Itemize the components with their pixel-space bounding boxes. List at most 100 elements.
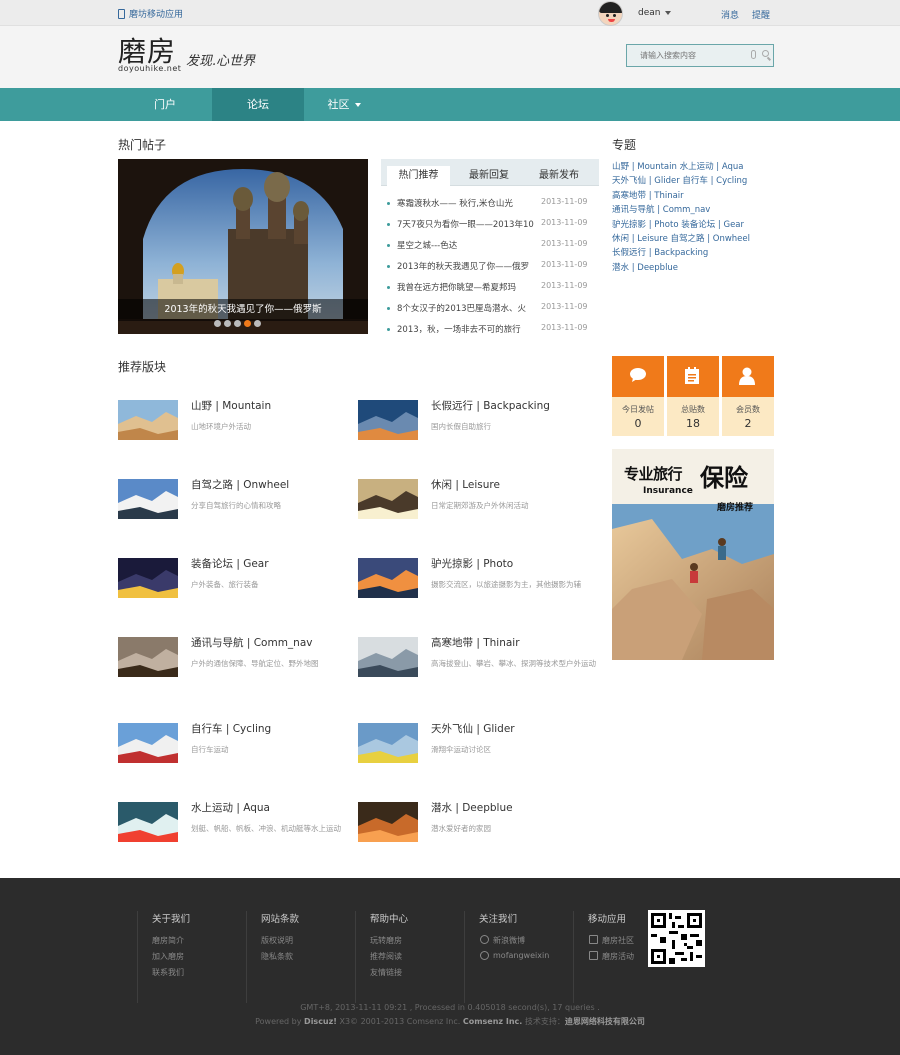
forum-thumbnail[interactable] xyxy=(118,400,178,440)
footer-link[interactable]: 版权说明 xyxy=(261,935,293,946)
slide-dot[interactable] xyxy=(234,320,241,327)
forum-thumbnail[interactable] xyxy=(118,723,178,763)
tab-recommend[interactable]: 热门推荐 xyxy=(387,166,450,186)
tab-latest-post[interactable]: 最新发布 xyxy=(529,166,589,186)
forum-item[interactable]: 潜水 | Deepblue 潜水爱好者的家园 xyxy=(358,800,598,850)
forum-item[interactable]: 天外飞仙 | Glider 滑翔伞运动讨论区 xyxy=(358,721,598,771)
topic-link[interactable]: 驴光掠影 | Photo 装备论坛 | Gear xyxy=(612,218,787,232)
topic-link[interactable]: 潜水 | Deepblue xyxy=(612,261,787,275)
forum-name[interactable]: 天外飞仙 | Glider xyxy=(431,721,515,736)
hot-post-title[interactable]: 我曾在远方把你眺望—希夏邦玛 xyxy=(397,281,537,293)
forum-item[interactable]: 驴光掠影 | Photo 摄影交流区，以旅途摄影为主，其他摄影为辅 xyxy=(358,556,598,606)
hot-post-date: 2013-11-09 xyxy=(541,302,588,311)
avatar[interactable] xyxy=(598,1,623,26)
nav-item-community[interactable]: 社区 xyxy=(304,88,384,121)
comsenz-link[interactable]: Comsenz Inc. xyxy=(463,1017,522,1026)
forum-name[interactable]: 长假远行 | Backpacking xyxy=(431,398,550,413)
forum-thumbnail[interactable] xyxy=(358,802,418,842)
hot-post-date: 2013-11-09 xyxy=(541,323,588,332)
tab-latest-reply[interactable]: 最新回复 xyxy=(459,166,519,186)
hot-post-item[interactable]: 我曾在远方把你眺望—希夏邦玛 2013-11-09 xyxy=(385,279,599,300)
nav-item-portal[interactable]: 门户 xyxy=(118,88,212,121)
slide-dot[interactable] xyxy=(254,320,261,327)
topic-link[interactable]: 山野 | Mountain 水上运动 | Aqua xyxy=(612,160,787,174)
footer-link[interactable]: mofangweixin xyxy=(493,951,549,960)
hot-post-title[interactable]: 7天7夜只为看你一眼——2013年10 xyxy=(397,218,537,230)
footer-link[interactable]: 联系我们 xyxy=(152,967,184,978)
search-icon[interactable] xyxy=(762,50,769,57)
forum-name[interactable]: 驴光掠影 | Photo xyxy=(431,556,513,571)
discuz-link[interactable]: Discuz! xyxy=(304,1017,337,1026)
forum-name[interactable]: 山野 | Mountain xyxy=(191,398,271,413)
slide-dot-active[interactable] xyxy=(244,320,251,327)
hot-post-item[interactable]: 2013年的秋天我遇见了你——俄罗 2013-11-09 xyxy=(385,258,599,279)
topic-link[interactable]: 休闲 | Leisure 自驾之路 | Onwheel xyxy=(612,232,787,246)
hot-post-item[interactable]: 星空之城---色达 2013-11-09 xyxy=(385,237,599,258)
hot-post-title[interactable]: 星空之城---色达 xyxy=(397,239,537,251)
hot-post-title[interactable]: 寒霜渡秋水—— 秋行,米仓山光 xyxy=(397,197,537,209)
topic-link[interactable]: 通讯与导航 | Comm_nav xyxy=(612,203,787,217)
footer-link[interactable]: 加入磨房 xyxy=(152,951,184,962)
forum-thumbnail[interactable] xyxy=(118,802,178,842)
messages-link[interactable]: 消息 xyxy=(721,8,739,21)
footer-link[interactable]: 新浪微博 xyxy=(493,935,525,946)
forum-item[interactable]: 山野 | Mountain 山地环境户外活动 xyxy=(118,398,358,448)
forum-item[interactable]: 自行车 | Cycling 自行车运动 xyxy=(118,721,358,771)
footer-link[interactable]: 磨房活动 xyxy=(602,951,634,962)
bullet-icon xyxy=(387,286,390,289)
forum-name[interactable]: 自行车 | Cycling xyxy=(191,721,271,736)
footer-link[interactable]: 磨房简介 xyxy=(152,935,184,946)
topic-link[interactable]: 高寒地带 | Thinair xyxy=(612,189,787,203)
topic-link[interactable]: 长假远行 | Backpacking xyxy=(612,246,787,260)
mobile-app-link[interactable]: 磨坊移动应用 xyxy=(118,7,183,20)
reminders-link[interactable]: 提醒 xyxy=(752,8,770,21)
slide-dot[interactable] xyxy=(224,320,231,327)
slide-dot[interactable] xyxy=(214,320,221,327)
hot-post-title[interactable]: 2013，秋，一场非去不可的旅行 xyxy=(397,323,537,335)
forum-name[interactable]: 高寒地带 | Thinair xyxy=(431,635,520,650)
hot-post-date: 2013-11-09 xyxy=(541,239,588,248)
forum-thumbnail[interactable] xyxy=(118,558,178,598)
forum-thumbnail[interactable] xyxy=(118,637,178,677)
nav-item-forum[interactable]: 论坛 xyxy=(212,88,304,121)
slideshow[interactable]: 2013年的秋天我遇见了你——俄罗斯 xyxy=(118,159,368,334)
footer-link[interactable]: 玩转磨房 xyxy=(370,935,402,946)
company-link[interactable]: 迪恩网络科技有限公司 xyxy=(565,1017,645,1026)
forum-item[interactable]: 长假远行 | Backpacking 国内长假自助旅行 xyxy=(358,398,598,448)
hot-post-item[interactable]: 2013，秋，一场非去不可的旅行 2013-11-09 xyxy=(385,321,599,342)
forum-name[interactable]: 潜水 | Deepblue xyxy=(431,800,513,815)
forum-item[interactable]: 水上运动 | Aqua 划艇、帆船、帆板、冲浪、机动艇等水上运动 xyxy=(118,800,358,850)
user-menu[interactable]: dean xyxy=(638,8,672,18)
hot-post-item[interactable]: 7天7夜只为看你一眼——2013年10 2013-11-09 xyxy=(385,216,599,237)
forum-thumbnail[interactable] xyxy=(358,479,418,519)
microphone-icon[interactable] xyxy=(751,50,756,59)
forum-thumbnail[interactable] xyxy=(358,400,418,440)
forum-name[interactable]: 通讯与导航 | Comm_nav xyxy=(191,635,312,650)
footer-link[interactable]: 友情链接 xyxy=(370,967,402,978)
footer-link[interactable]: 隐私条款 xyxy=(261,951,293,962)
hot-post-item[interactable]: 寒霜渡秋水—— 秋行,米仓山光 2013-11-09 xyxy=(385,195,599,216)
forum-name[interactable]: 休闲 | Leisure xyxy=(431,477,500,492)
hot-post-item[interactable]: 8个女汉子的2013巴厘岛潜水、火 2013-11-09 xyxy=(385,300,599,321)
forum-item[interactable]: 高寒地带 | Thinair 高海拔登山、攀岩、攀冰、探洞等技术型户外运动 xyxy=(358,635,598,685)
forum-item[interactable]: 休闲 | Leisure 日常定期郊游及户外休闲活动 xyxy=(358,477,598,527)
forum-item[interactable]: 装备论坛 | Gear 户外装备、旅行装备 xyxy=(118,556,358,606)
footer-link[interactable]: 磨房社区 xyxy=(602,935,634,946)
forum-thumbnail[interactable] xyxy=(118,479,178,519)
hot-post-title[interactable]: 2013年的秋天我遇见了你——俄罗 xyxy=(397,260,537,272)
insurance-ad[interactable]: 专业旅行 保险 Insurance 磨房推荐 xyxy=(612,449,774,660)
forum-description: 分享自驾旅行的心情和攻略 xyxy=(191,501,281,510)
forum-name[interactable]: 水上运动 | Aqua xyxy=(191,800,270,815)
forum-name[interactable]: 装备论坛 | Gear xyxy=(191,556,269,571)
search-input[interactable] xyxy=(627,45,745,66)
topic-link[interactable]: 天外飞仙 | Glider 自行车 | Cycling xyxy=(612,174,787,188)
forum-thumbnail[interactable] xyxy=(358,723,418,763)
forum-thumbnail[interactable] xyxy=(358,637,418,677)
site-logo[interactable]: 磨房 xyxy=(118,38,176,66)
forum-item[interactable]: 通讯与导航 | Comm_nav 户外的通信保障、导航定位、野外地图 xyxy=(118,635,358,685)
forum-item[interactable]: 自驾之路 | Onwheel 分享自驾旅行的心情和攻略 xyxy=(118,477,358,527)
hot-post-title[interactable]: 8个女汉子的2013巴厘岛潜水、火 xyxy=(397,302,537,314)
forum-thumbnail[interactable] xyxy=(358,558,418,598)
footer-link[interactable]: 推荐阅读 xyxy=(370,951,402,962)
forum-name[interactable]: 自驾之路 | Onwheel xyxy=(191,477,289,492)
